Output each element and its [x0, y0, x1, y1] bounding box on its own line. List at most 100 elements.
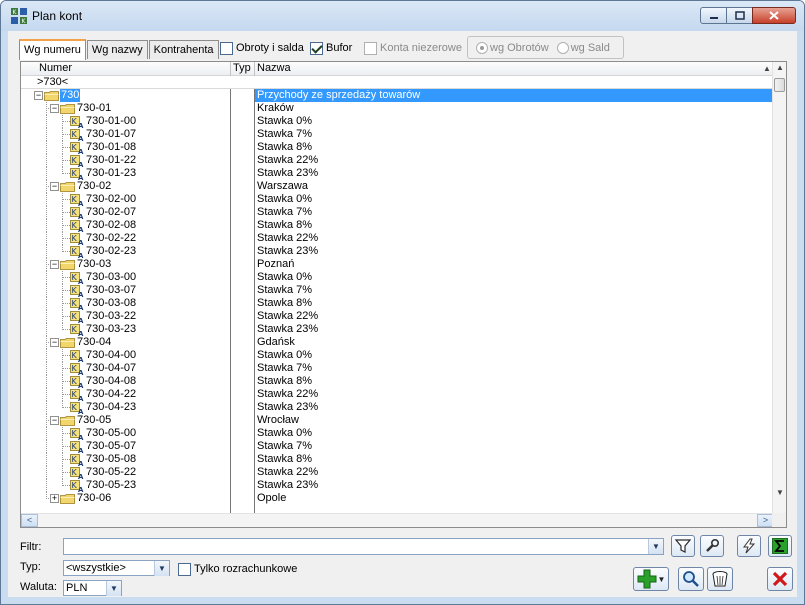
maximize-button[interactable] [726, 7, 753, 24]
nazwa-cell[interactable]: Stawka 8% [255, 297, 774, 310]
accounts-grid[interactable]: Numer Typ Nazwa ▲ >730< −730 Przychody ze… [20, 61, 787, 528]
nazwa-cell[interactable]: Stawka 8% [255, 453, 774, 466]
bufor-checkbox[interactable] [310, 41, 323, 55]
scroll-left-button[interactable]: < [21, 514, 38, 527]
title-bar[interactable]: K K Plan kont [1, 1, 804, 31]
numer-cell[interactable]: K A 730-01-07 [21, 128, 230, 141]
numer-cell[interactable]: K A 730-02-08 [21, 219, 230, 232]
nazwa-cell[interactable]: Stawka 0% [255, 349, 774, 362]
nazwa-cell[interactable]: Stawka 8% [255, 219, 774, 232]
table-row[interactable]: − 730-01 Kraków [21, 102, 774, 115]
table-row[interactable]: K A 730-02-07 Stawka 7% [21, 206, 774, 219]
tab-kontrahenta[interactable]: Kontrahenta [148, 40, 219, 59]
table-row[interactable]: − 730-02 Warszawa [21, 180, 774, 193]
table-row[interactable]: K A 730-01-23 Stawka 23% [21, 167, 774, 180]
table-row[interactable]: K A 730-03-23 Stawka 23% [21, 323, 774, 336]
tab-wg-numeru[interactable]: Wg numeru [19, 39, 86, 60]
nazwa-cell[interactable]: Stawka 0% [255, 193, 774, 206]
nazwa-cell[interactable]: Stawka 0% [255, 427, 774, 440]
numer-cell[interactable]: K A 730-02-07 [21, 206, 230, 219]
minimize-button[interactable] [700, 7, 727, 24]
table-row[interactable]: K A 730-03-08 Stawka 8% [21, 297, 774, 310]
nazwa-cell[interactable]: Stawka 7% [255, 440, 774, 453]
nazwa-cell[interactable]: Stawka 23% [255, 401, 774, 414]
numer-cell[interactable]: K A 730-03-07 [21, 284, 230, 297]
numer-cell[interactable]: K A 730-04-22 [21, 388, 230, 401]
table-row[interactable]: K A 730-05-22 Stawka 22% [21, 466, 774, 479]
filtr-input[interactable]: ▼ [63, 538, 664, 555]
numer-cell[interactable]: K A 730-01-08 [21, 141, 230, 154]
numer-cell[interactable]: K A 730-03-22 [21, 310, 230, 323]
bufor-option[interactable]: Bufor [310, 39, 352, 57]
waluta-select[interactable]: PLN ▼ [63, 580, 122, 596]
numer-cell[interactable]: − 730-03 [21, 258, 230, 271]
nazwa-cell[interactable]: Stawka 23% [255, 245, 774, 258]
column-nazwa[interactable]: Nazwa [257, 62, 291, 76]
nazwa-cell[interactable]: Stawka 23% [255, 323, 774, 336]
nazwa-cell[interactable]: Stawka 8% [255, 375, 774, 388]
numer-cell[interactable]: +730-06 [21, 492, 230, 505]
table-row[interactable]: − 730-05 Wrocław [21, 414, 774, 427]
table-row[interactable]: K A 730-03-22 Stawka 22% [21, 310, 774, 323]
numer-cell[interactable]: K A 730-04-08 [21, 375, 230, 388]
collapse-icon[interactable]: − [50, 182, 59, 191]
numer-cell[interactable]: K A 730-04-23 [21, 401, 230, 414]
expand-icon[interactable]: + [50, 494, 59, 503]
horizontal-scrollbar[interactable]: < > [21, 513, 774, 527]
nazwa-cell[interactable]: Stawka 7% [255, 284, 774, 297]
numer-cell[interactable]: K A 730-04-00 [21, 349, 230, 362]
numer-cell[interactable]: K A 730-02-22 [21, 232, 230, 245]
table-row[interactable]: K A 730-04-00 Stawka 0% [21, 349, 774, 362]
numer-cell[interactable]: K A 730-02-00 [21, 193, 230, 206]
column-numer[interactable]: Numer [39, 62, 72, 76]
nazwa-cell[interactable]: Przychody ze sprzedaży towarów [255, 89, 774, 102]
collapse-icon[interactable]: − [50, 260, 59, 269]
table-row[interactable]: − 730-04 Gdańsk [21, 336, 774, 349]
search-button[interactable] [678, 567, 704, 591]
collapse-icon[interactable]: − [50, 104, 59, 113]
numer-cell[interactable]: K A 730-01-00 [21, 115, 230, 128]
tylko-rozrachunkowe-option[interactable]: Tylko rozrachunkowe [178, 560, 297, 578]
typ-select[interactable]: <wszystkie> ▼ [63, 560, 170, 576]
table-row[interactable]: K A 730-02-22 Stawka 22% [21, 232, 774, 245]
waluta-dropdown-button[interactable]: ▼ [106, 581, 121, 596]
numer-cell[interactable]: K A 730-03-23 [21, 323, 230, 336]
table-row[interactable]: K A 730-05-23 Stawka 23% [21, 479, 774, 492]
vertical-scroll-thumb[interactable] [774, 78, 785, 92]
typ-dropdown-button[interactable]: ▼ [154, 561, 169, 576]
filtr-dropdown-button[interactable]: ▼ [648, 539, 663, 554]
nazwa-cell[interactable]: Stawka 7% [255, 128, 774, 141]
numer-cell[interactable]: K A 730-03-00 [21, 271, 230, 284]
table-row[interactable]: K A 730-01-07 Stawka 7% [21, 128, 774, 141]
numer-cell[interactable]: − 730-01 [21, 102, 230, 115]
vertical-scrollbar[interactable]: ▲ ▼ [772, 62, 786, 513]
table-row[interactable]: K A 730-05-07 Stawka 7% [21, 440, 774, 453]
numer-cell[interactable]: K A 730-02-23 [21, 245, 230, 258]
close-button[interactable] [767, 567, 793, 591]
table-row[interactable]: − 730 Przychody ze sprzedaży towarów [21, 89, 774, 102]
table-row[interactable]: +730-06 Opole [21, 492, 774, 505]
table-row[interactable]: K A 730-04-08 Stawka 8% [21, 375, 774, 388]
nazwa-cell[interactable]: Stawka 22% [255, 232, 774, 245]
table-row[interactable]: K A 730-04-07 Stawka 7% [21, 362, 774, 375]
sum-button[interactable] [768, 535, 792, 557]
table-row[interactable]: K A 730-02-08 Stawka 8% [21, 219, 774, 232]
nazwa-cell[interactable]: Gdańsk [255, 336, 774, 349]
collapse-icon[interactable]: − [34, 91, 43, 100]
numer-cell[interactable]: K A 730-03-08 [21, 297, 230, 310]
nazwa-cell[interactable]: Poznań [255, 258, 774, 271]
delete-button[interactable] [707, 567, 733, 591]
table-row[interactable]: K A 730-01-08 Stawka 8% [21, 141, 774, 154]
nazwa-cell[interactable]: Stawka 23% [255, 479, 774, 492]
numer-cell[interactable]: − 730-05 [21, 414, 230, 427]
recalculate-button[interactable] [737, 535, 761, 557]
table-row[interactable]: K A 730-04-23 Stawka 23% [21, 401, 774, 414]
obroty-salda-option[interactable]: Obroty i salda [220, 39, 304, 57]
numer-cell[interactable]: K A 730-01-22 [21, 154, 230, 167]
numer-cell[interactable]: K A 730-05-08 [21, 453, 230, 466]
column-typ[interactable]: Typ [233, 62, 251, 76]
close-window-button[interactable] [752, 7, 796, 24]
table-row[interactable]: K A 730-03-07 Stawka 7% [21, 284, 774, 297]
add-button[interactable]: ▼ [633, 567, 669, 591]
numer-cell[interactable]: − 730-02 [21, 180, 230, 193]
